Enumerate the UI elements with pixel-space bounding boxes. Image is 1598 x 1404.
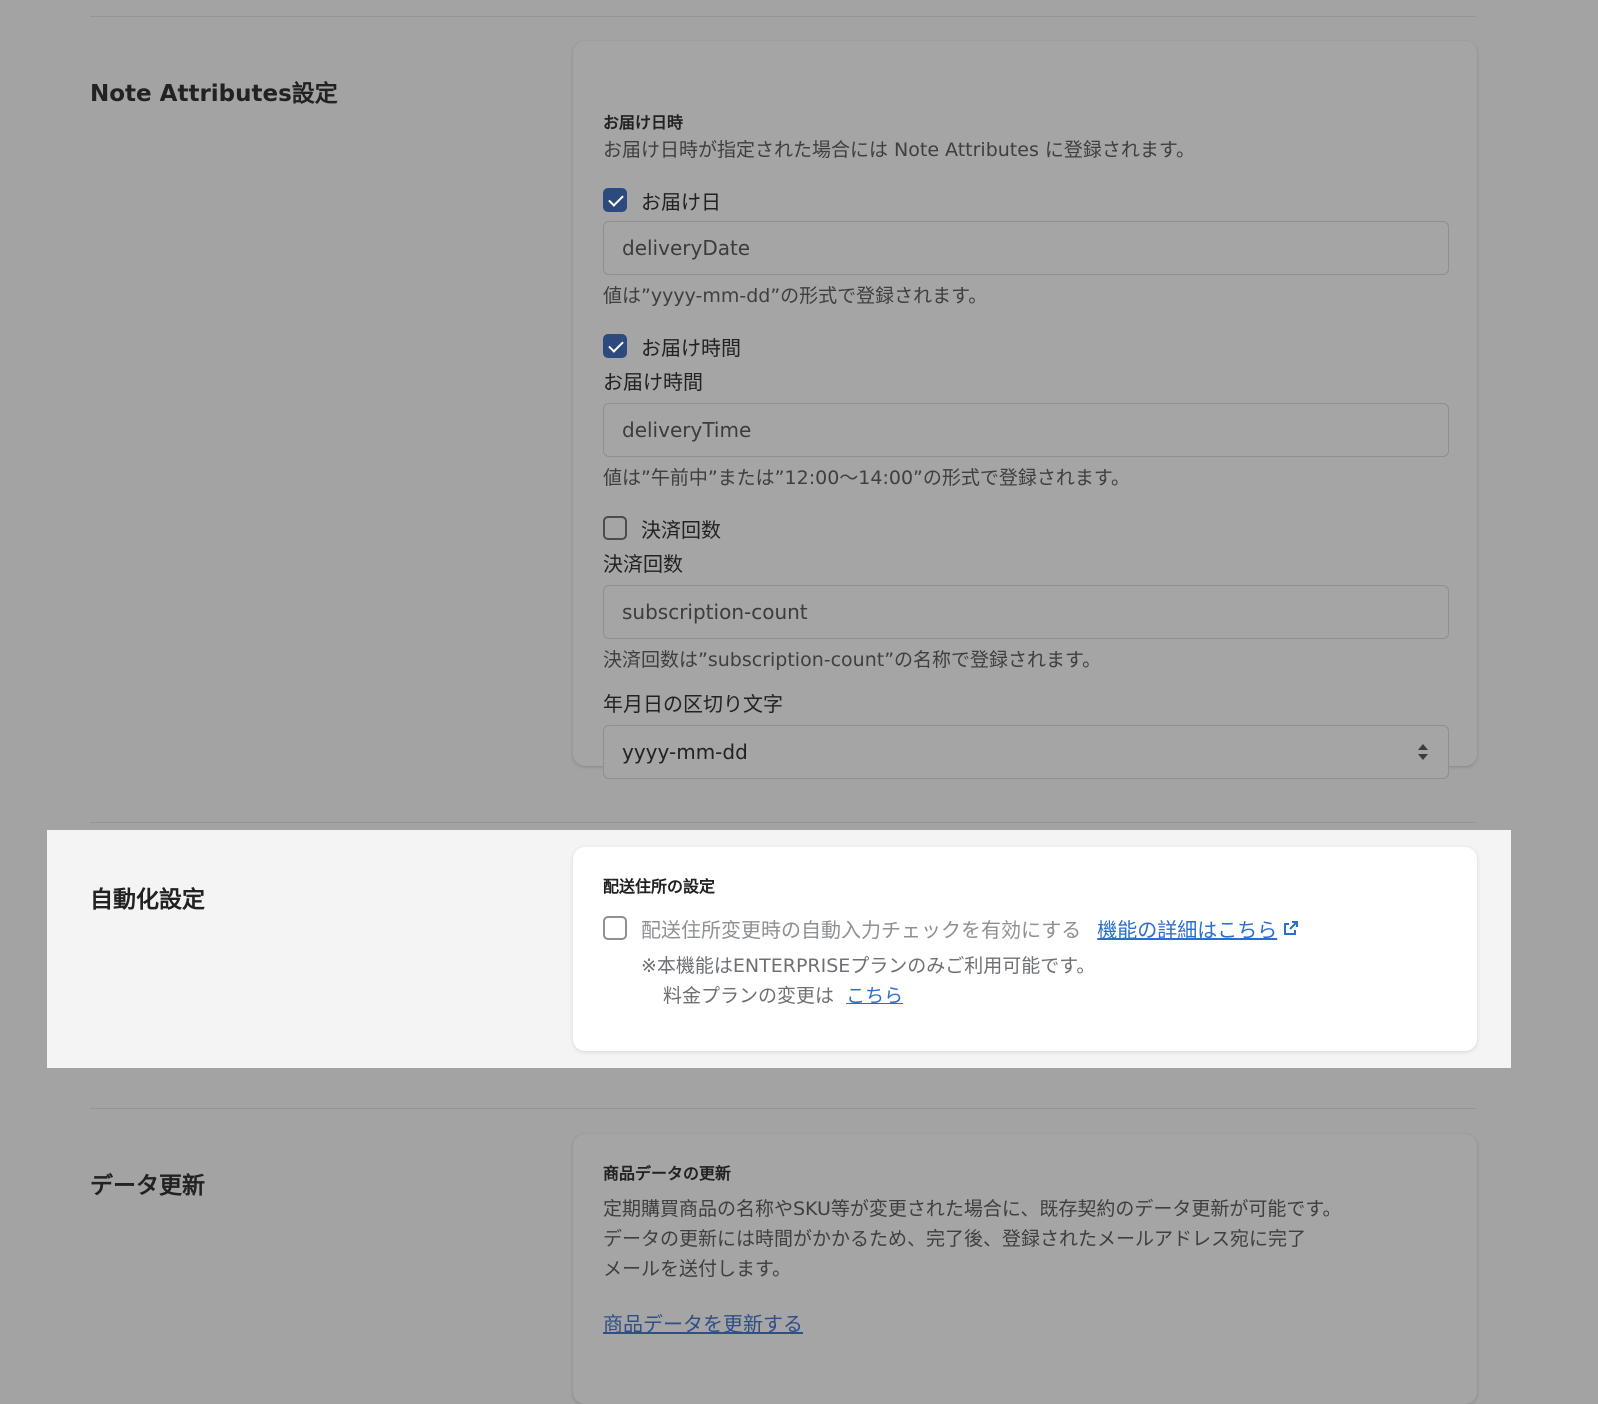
section-title-data-update: データ更新 <box>90 1173 205 1199</box>
delivery-date-checkbox[interactable] <box>603 188 627 212</box>
divider-2 <box>90 822 1476 823</box>
delivery-date-help: 値は”yyyy-mm-dd”の形式で登録されます。 <box>603 285 988 307</box>
subscription-count-checkbox-label: 決済回数 <box>641 517 721 542</box>
card-heading-product-data: 商品データの更新 <box>603 1164 732 1183</box>
card-description: お届け日時が指定された場合には Note Attributes に登録されます。 <box>603 139 1195 161</box>
data-update-description-line-3: メールを送付します。 <box>603 1258 792 1280</box>
delivery-date-input[interactable] <box>603 221 1449 275</box>
date-separator-select[interactable]: yyyy-mm-dd <box>603 725 1449 779</box>
delivery-time-input[interactable] <box>603 403 1449 457</box>
delivery-date-checkbox-label: お届け日 <box>641 189 721 214</box>
section-title-note-attributes: Note Attributes設定 <box>90 81 338 107</box>
subscription-count-field-label: 決済回数 <box>603 552 683 576</box>
update-link-row: 商品データを更新する <box>603 1308 1447 1337</box>
date-separator-selected-value: yyyy-mm-dd <box>622 740 748 764</box>
section-title-automation: 自動化設定 <box>90 887 205 913</box>
feature-details-link-text: 機能の詳細はこちら <box>1097 917 1278 942</box>
subscription-count-row: 決済回数 <box>603 513 1447 543</box>
automation-card: 配送住所の設定 配送住所変更時の自動入力チェックを有効にする 機能の詳細はこちら… <box>573 847 1477 1051</box>
card-heading-shipping-address: 配送住所の設定 <box>603 877 716 896</box>
data-update-card: 商品データの更新 定期購買商品の名称やSKU等が変更された場合に、既存契約のデー… <box>573 1134 1477 1404</box>
subscription-count-help: 決済回数は”subscription-count”の名称で登録されます。 <box>603 649 1102 671</box>
delivery-time-help: 値は”午前中”または”12:00〜14:00”の形式で登録されます。 <box>603 467 1130 489</box>
subscription-count-checkbox[interactable] <box>603 516 627 540</box>
auto-input-check-row: 配送住所変更時の自動入力チェックを有効にする 機能の詳細はこちら <box>603 913 1447 943</box>
note-attributes-card: お届け日時 お届け日時が指定された場合には Note Attributes に登… <box>573 41 1477 779</box>
top-divider <box>90 16 1476 17</box>
enterprise-note: ※本機能はENTERPRISEプランのみご利用可能です。 <box>641 955 1096 977</box>
plan-change-link[interactable]: こちら <box>846 985 903 1007</box>
plan-change-note: 料金プランの変更は こちら <box>663 981 1447 1011</box>
auto-input-check-checkbox[interactable] <box>603 916 627 940</box>
subscription-count-input[interactable] <box>603 585 1449 639</box>
date-separator-label: 年月日の区切り文字 <box>603 692 783 716</box>
external-link-icon[interactable] <box>1283 920 1299 936</box>
card-heading-delivery-datetime: お届け日時 <box>603 113 684 132</box>
auto-input-check-label: 配送住所変更時の自動入力チェックを有効にする <box>641 917 1082 942</box>
delivery-time-field-label: お届け時間 <box>603 370 703 394</box>
delivery-time-checkbox-label: お届け時間 <box>641 335 741 360</box>
delivery-time-row: お届け時間 <box>603 331 1447 361</box>
divider-3 <box>90 1108 1476 1109</box>
delivery-date-row: お届け日 <box>603 185 1447 215</box>
select-arrows-icon <box>1418 744 1428 760</box>
plan-change-prefix: 料金プランの変更は <box>663 985 835 1007</box>
update-product-data-link[interactable]: 商品データを更新する <box>603 1312 803 1336</box>
data-update-description-line-1: 定期購買商品の名称やSKU等が変更された場合に、既存契約のデータ更新が可能です。 <box>603 1198 1342 1220</box>
data-update-description-line-2: データの更新には時間がかかるため、完了後、登録されたメールアドレス宛に完了 <box>603 1228 1307 1250</box>
feature-details-link[interactable]: 機能の詳細はこちら <box>1097 914 1277 943</box>
delivery-time-checkbox[interactable] <box>603 334 627 358</box>
